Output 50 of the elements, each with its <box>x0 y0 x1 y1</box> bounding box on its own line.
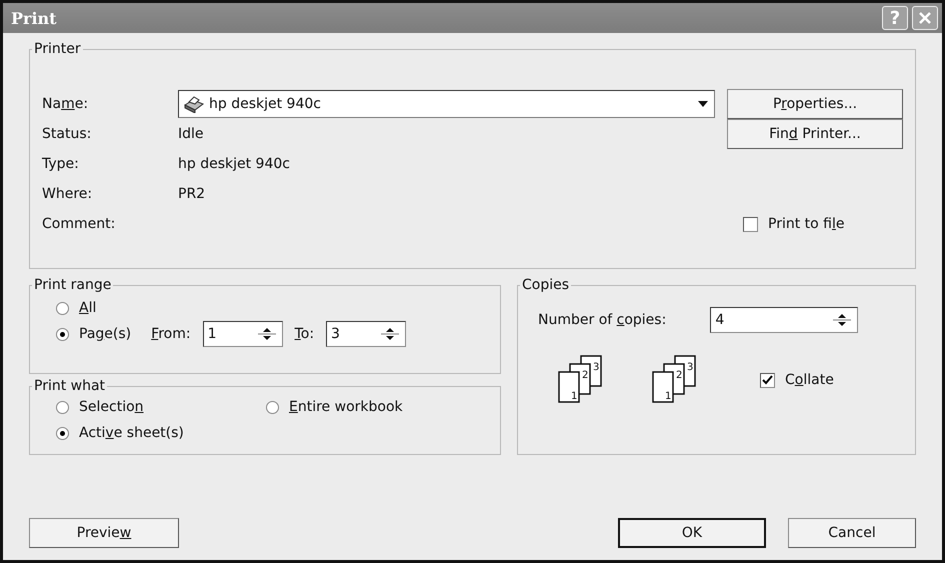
field-label: Where: <box>42 186 94 202</box>
field-label: Comment: <box>42 216 116 232</box>
printer-icon <box>183 95 205 113</box>
close-button[interactable] <box>912 6 938 30</box>
close-icon <box>918 11 932 25</box>
preview-button[interactable]: Preview <box>29 518 179 548</box>
properties-button[interactable]: Properties... <box>727 89 903 119</box>
to-spin-field[interactable]: 3 <box>326 321 406 347</box>
checkmark-icon <box>762 374 773 386</box>
field-label: Type: <box>42 156 80 172</box>
print-to-file-checkbox[interactable] <box>743 216 758 232</box>
field-value: 4 <box>715 312 724 328</box>
printer-name: hp deskjet 940c <box>209 96 322 112</box>
from-spin-field[interactable]: 1 <box>202 321 283 347</box>
field-value: 1 <box>208 326 216 342</box>
radio-label: All <box>79 300 96 316</box>
radio-label: Active sheet(s) <box>79 425 184 441</box>
group-title: Copies <box>521 277 570 293</box>
radio-button[interactable] <box>266 400 279 414</box>
checkbox-label: Print to file <box>768 216 844 232</box>
group-title: Printer <box>33 41 82 57</box>
radio-button[interactable] <box>56 328 69 340</box>
radio-label: Entire workbook <box>289 399 403 415</box>
radio-button[interactable] <box>56 302 69 314</box>
where-value: PR2 <box>178 186 206 202</box>
copies-spin-field[interactable]: 4 <box>710 307 858 333</box>
printer-dropdown[interactable]: hp deskjet 940c <box>178 90 715 118</box>
ok-button[interactable]: OK <box>618 518 766 548</box>
find-printer-button[interactable]: Find Printer... <box>727 119 903 149</box>
field-value: 3 <box>331 326 340 342</box>
window-title: Print <box>11 8 58 28</box>
group-title: Print what <box>33 378 106 394</box>
group-title: Print range <box>33 277 112 293</box>
radio-dot-icon <box>60 430 65 436</box>
field-label: Status: <box>42 126 92 142</box>
radio-label: Page(s) <box>79 326 132 342</box>
field-label: Number of copies: <box>538 312 666 328</box>
dropdown-arrow-icon[interactable] <box>698 101 708 107</box>
field-label: From: <box>151 326 191 342</box>
field-label: To: <box>294 326 314 342</box>
status-value: Idle <box>178 126 205 142</box>
type-value: hp deskjet 940c <box>178 156 291 172</box>
radio-button[interactable] <box>56 426 69 440</box>
radio-dot-icon <box>60 332 65 336</box>
checkbox-label: Collate <box>785 372 834 388</box>
radio-label: Selection <box>79 399 144 415</box>
field-label: Name: <box>42 96 90 112</box>
cancel-button[interactable]: Cancel <box>788 518 916 548</box>
radio-button[interactable] <box>56 400 69 414</box>
collate-checkbox[interactable] <box>760 372 775 388</box>
